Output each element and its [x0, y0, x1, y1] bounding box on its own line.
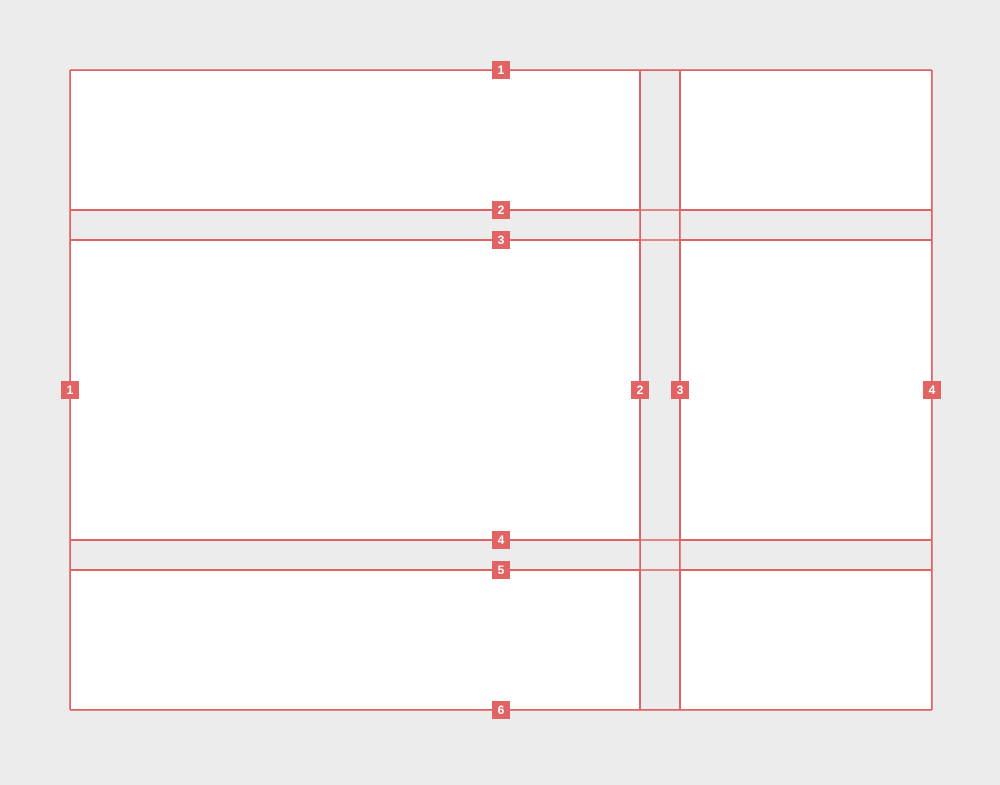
- grid-cell: [70, 570, 640, 710]
- row-line-label: 1: [492, 61, 510, 79]
- row-line-label: 6: [492, 701, 510, 719]
- row-line-label: 5: [492, 561, 510, 579]
- column-line-label: 3: [671, 381, 689, 399]
- row-line-label: 2: [492, 201, 510, 219]
- column-line-label: 2: [631, 381, 649, 399]
- grid-cell: [680, 570, 932, 710]
- grid-cell: [680, 240, 932, 540]
- grid-diagram: 1 2 3 4 5 6 1 2 3 4: [0, 0, 1000, 785]
- row-line-label: 3: [492, 231, 510, 249]
- grid-cell: [70, 70, 640, 210]
- row-line-label: 4: [492, 531, 510, 549]
- column-line-label: 4: [923, 381, 941, 399]
- grid-cell: [680, 70, 932, 210]
- grid-cell: [70, 240, 640, 540]
- column-line-label: 1: [61, 381, 79, 399]
